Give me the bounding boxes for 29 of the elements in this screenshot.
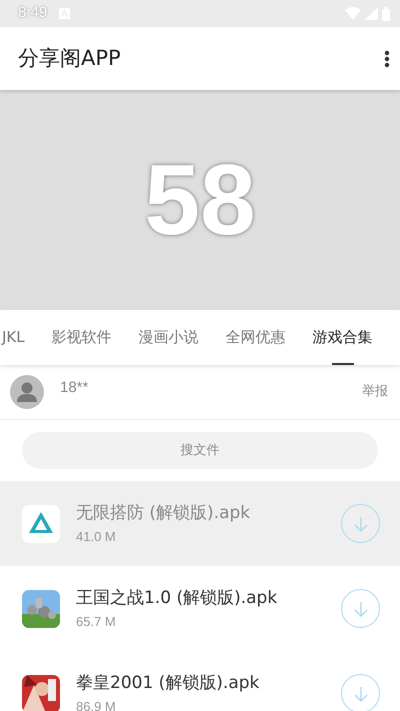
download-button[interactable] [341,589,380,628]
category-tab[interactable]: JKL [2,310,25,365]
status-time: 8:49 [18,3,48,24]
file-size: 86.9 M [76,698,117,711]
avatar-icon [10,375,44,409]
user-name: 18** [60,378,88,398]
banner-text: 58 [144,150,256,250]
file-row[interactable]: 拳皇2001 (解锁版).apk 86.9 M [0,651,400,711]
download-icon [354,516,368,532]
file-row[interactable]: 无限搭防 (解锁版).apk 41.0 M [0,481,400,566]
file-size: 65.7 M [76,612,117,630]
category-tab[interactable]: 影视软件 [52,310,112,365]
search-button[interactable]: 搜文件 [22,432,378,469]
download-button[interactable] [341,504,380,543]
download-icon [354,600,368,616]
category-tab[interactable]: 游戏合集 [312,310,373,365]
file-name: 王国之战1.0 (解锁版).apk [76,587,278,610]
file-row[interactable]: 王国之战1.0 (解锁版).apk 65.7 M [0,566,400,651]
file-name: 拳皇2001 (解锁版).apk [76,672,260,695]
download-button[interactable] [341,674,380,711]
app-logo-icon [22,504,60,542]
app-title: 分享阁APP [18,44,121,72]
category-tab[interactable]: 全网优惠 [226,310,286,365]
file-name: 无限搭防 (解锁版).apk [76,502,252,525]
report-link[interactable]: 举报 [362,382,388,402]
overflow-menu-icon[interactable] [384,50,390,68]
download-icon [354,686,368,702]
category-tab[interactable]: 漫画小说 [138,310,199,365]
file-size: 41.0 M [76,528,117,546]
